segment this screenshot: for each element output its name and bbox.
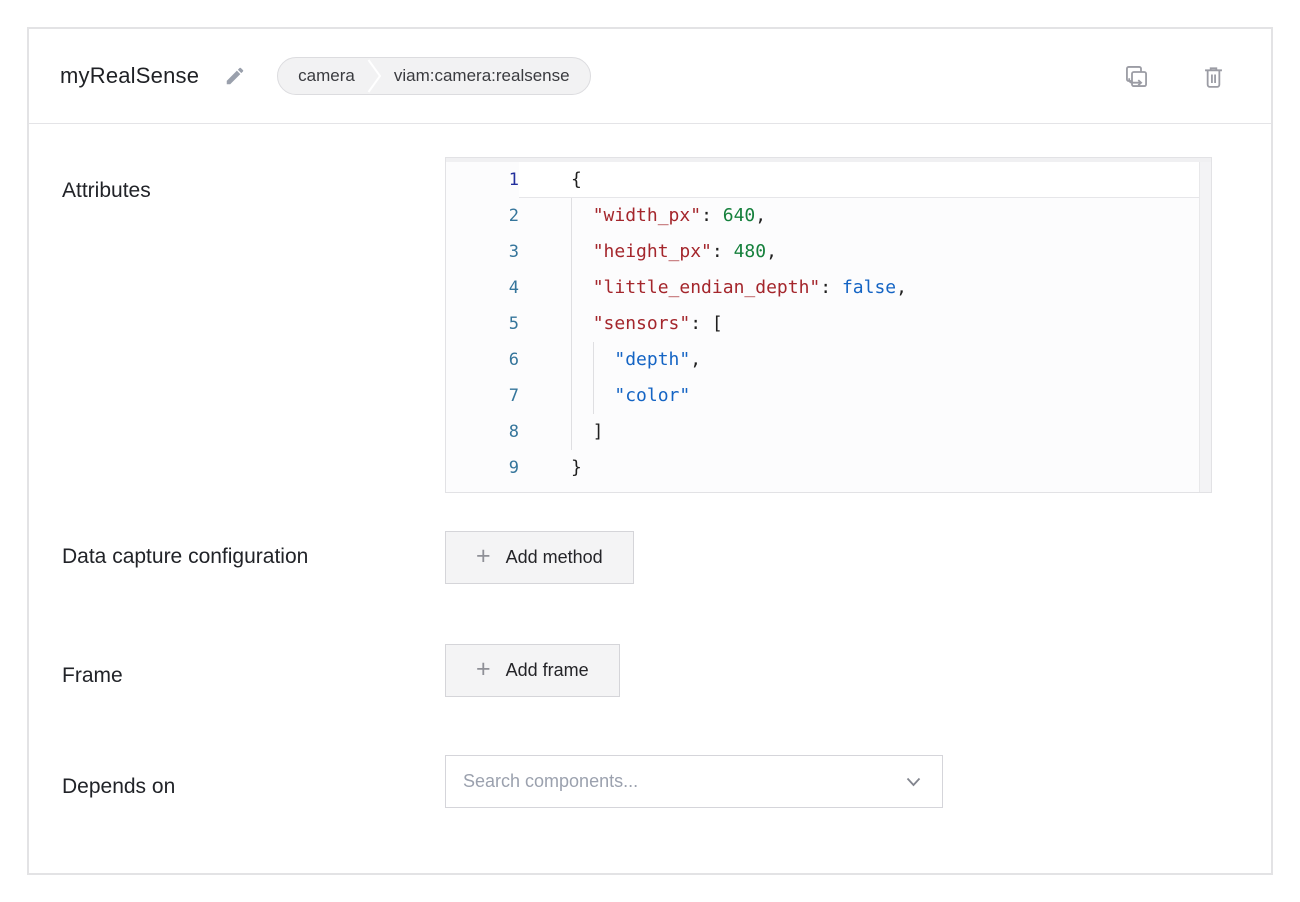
add-frame-label: Add frame <box>506 660 589 681</box>
header-actions <box>1123 63 1227 90</box>
code-line-content: { <box>519 162 1199 198</box>
add-method-label: Add method <box>506 547 603 568</box>
line-number: 3 <box>446 234 519 270</box>
rename-button[interactable] <box>224 65 246 87</box>
code-line-content: "height_px": 480, <box>519 234 1199 270</box>
line-number: 6 <box>446 342 519 378</box>
editor-lines: 1{2 "width_px": 640,3 "height_px": 480,4… <box>446 162 1199 486</box>
chip-model: viam:camera:realsense <box>394 66 570 86</box>
code-line: 6 "depth", <box>446 342 1199 378</box>
component-body: Attributes 1{2 "width_px": 640,3 "height… <box>29 124 1271 808</box>
code-line-content: "little_endian_depth": false, <box>519 270 1199 306</box>
code-line-content: "width_px": 640, <box>519 198 1199 234</box>
plus-icon: + <box>476 544 491 569</box>
chevron-right-icon <box>367 58 382 94</box>
attributes-label: Attributes <box>62 157 322 211</box>
component-config-card: myRealSense camera viam:camera:realsense <box>27 27 1273 875</box>
chip-subtype: camera <box>298 66 355 86</box>
editor-scrollbar[interactable] <box>1199 162 1211 492</box>
plus-icon: + <box>476 657 491 682</box>
chevron-down-icon <box>906 777 921 787</box>
frame-label: Frame <box>62 644 322 696</box>
attributes-json-editor[interactable]: 1{2 "width_px": 640,3 "height_px": 480,4… <box>445 157 1212 493</box>
attributes-row: Attributes 1{2 "width_px": 640,3 "height… <box>62 157 1235 493</box>
add-frame-button[interactable]: + Add frame <box>445 644 620 697</box>
add-method-button[interactable]: + Add method <box>445 531 634 584</box>
code-line: 9} <box>446 450 1199 486</box>
code-line: 8 ] <box>446 414 1199 450</box>
frame-row: Frame + Add frame <box>62 644 1235 697</box>
duplicate-button[interactable] <box>1123 63 1150 90</box>
delete-button[interactable] <box>1200 63 1227 90</box>
line-number: 7 <box>446 378 519 414</box>
depends-on-select[interactable]: Search components... <box>445 755 943 808</box>
code-line-content: } <box>519 450 1199 486</box>
code-line: 1{ <box>446 162 1199 198</box>
line-number: 2 <box>446 198 519 234</box>
line-number: 1 <box>446 162 519 198</box>
line-number: 8 <box>446 414 519 450</box>
code-line: 7 "color" <box>446 378 1199 414</box>
code-line-content: "color" <box>519 378 1199 414</box>
search-components-placeholder: Search components... <box>463 771 906 792</box>
line-number: 9 <box>446 450 519 486</box>
line-number: 4 <box>446 270 519 306</box>
component-type-chip: camera viam:camera:realsense <box>277 57 590 95</box>
component-name: myRealSense <box>60 63 199 89</box>
code-line: 4 "little_endian_depth": false, <box>446 270 1199 306</box>
duplicate-icon <box>1123 63 1150 90</box>
code-line-content: "depth", <box>519 342 1199 378</box>
depends-on-row: Depends on Search components... <box>62 755 1235 808</box>
line-number: 5 <box>446 306 519 342</box>
code-line: 3 "height_px": 480, <box>446 234 1199 270</box>
code-line: 5 "sensors": [ <box>446 306 1199 342</box>
code-line-content: "sensors": [ <box>519 306 1199 342</box>
trash-icon <box>1200 63 1227 90</box>
code-line-content: ] <box>519 414 1199 450</box>
data-capture-label: Data capture configuration <box>62 531 322 577</box>
pencil-icon <box>224 65 246 87</box>
depends-on-label: Depends on <box>62 755 322 807</box>
component-header: myRealSense camera viam:camera:realsense <box>29 29 1271 124</box>
data-capture-row: Data capture configuration + Add method <box>62 531 1235 584</box>
code-line: 2 "width_px": 640, <box>446 198 1199 234</box>
